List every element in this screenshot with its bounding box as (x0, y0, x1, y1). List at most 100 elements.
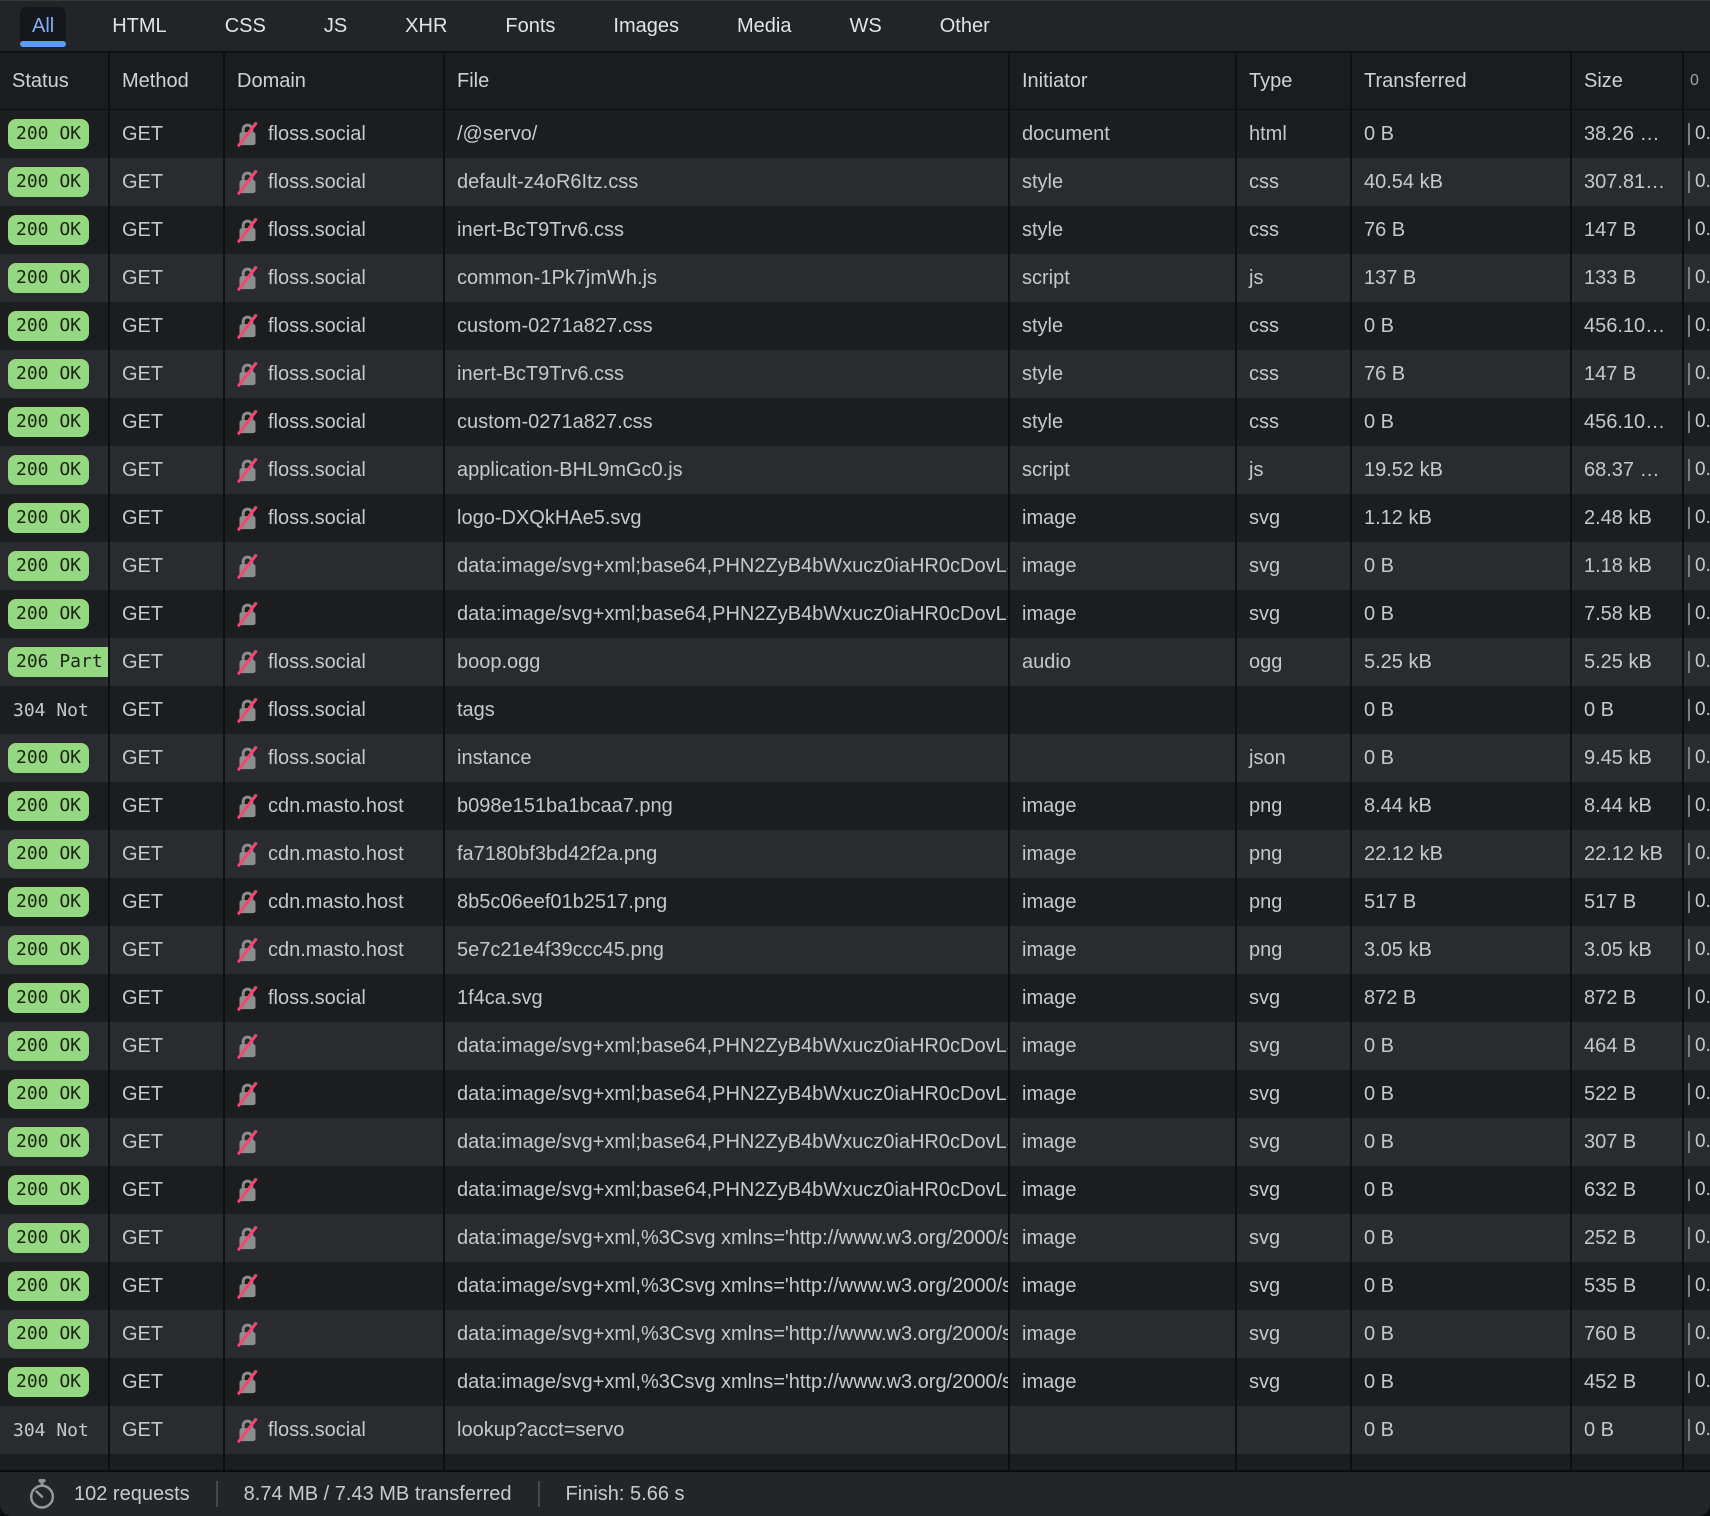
table-row[interactable]: 200 OK GET floss.social application-BHL9… (0, 446, 1710, 494)
insecure-lock-icon (237, 265, 258, 291)
table-row[interactable]: 206 Part GET floss.social boop.ogg audio… (0, 638, 1710, 686)
status-cell: 200 OK (0, 158, 110, 206)
column-header-waterfall[interactable]: 0 (1684, 53, 1710, 109)
file-cell: data:image/svg+xml,%3Csvg xmlns='http://… (445, 1358, 1010, 1406)
column-header-initiator[interactable]: Initiator (1010, 53, 1237, 109)
transferred-cell: 40.54 kB (1352, 158, 1572, 206)
table-row[interactable]: 200 OK GET floss.social 1f4ca.svg image … (0, 974, 1710, 1022)
table-row[interactable]: 200 OK GET cdn.masto.host fa7180bf3bd42f… (0, 830, 1710, 878)
statusbar-divider (538, 1481, 540, 1507)
method-cell: GET (110, 830, 225, 878)
transferred-cell: 517 B (1352, 878, 1572, 926)
empty-cell (1010, 1454, 1237, 1470)
size-cell: 133 B (1572, 254, 1684, 302)
table-row[interactable]: 200 OK GET floss.social common-1Pk7jmWh.… (0, 254, 1710, 302)
column-header-transferred[interactable]: Transferred (1352, 53, 1572, 109)
column-header-type[interactable]: Type (1237, 53, 1352, 109)
table-row[interactable]: 200 OK GET floss.social custom-0271a827.… (0, 302, 1710, 350)
status-cell: 200 OK (0, 110, 110, 158)
waterfall-cell: 0. (1684, 686, 1710, 734)
file-cell: 5e7c21e4f39ccc45.png (445, 926, 1010, 974)
method-cell: GET (110, 302, 225, 350)
domain-cell: floss.social (225, 1406, 445, 1454)
table-row[interactable]: 200 OK GET cdn.masto.host 8b5c06eef01b25… (0, 878, 1710, 926)
domain-cell: floss.social (225, 158, 445, 206)
status-cell: 200 OK (0, 1262, 110, 1310)
column-header-method[interactable]: Method (110, 53, 225, 109)
column-header-file[interactable]: File (445, 53, 1010, 109)
column-header-size[interactable]: Size (1572, 53, 1684, 109)
table-row[interactable]: 200 OK GET data:image/svg+xml;base64,PHN… (0, 1166, 1710, 1214)
file-cell: boop.ogg (445, 638, 1010, 686)
filter-tab-all[interactable]: All (20, 7, 66, 45)
waterfall-start-tick (1688, 1131, 1690, 1153)
table-row[interactable]: 200 OK GET floss.social /@servo/ documen… (0, 110, 1710, 158)
waterfall-start-tick (1688, 219, 1690, 241)
column-header-status[interactable]: Status (0, 53, 110, 109)
transferred-cell: 872 B (1352, 974, 1572, 1022)
method-cell: GET (110, 1166, 225, 1214)
waterfall-cell: 0. (1684, 974, 1710, 1022)
status-cell: 200 OK (0, 782, 110, 830)
size-cell: 517 B (1572, 878, 1684, 926)
empty-cell (445, 1454, 1010, 1470)
method-cell: GET (110, 158, 225, 206)
table-row[interactable]: 200 OK GET data:image/svg+xml;base64,PHN… (0, 1118, 1710, 1166)
transferred-cell: 76 B (1352, 350, 1572, 398)
table-row[interactable]: 200 OK GET data:image/svg+xml,%3Csvg xml… (0, 1214, 1710, 1262)
domain-cell (225, 542, 445, 590)
waterfall-start-tick (1688, 603, 1690, 625)
size-cell: 522 B (1572, 1070, 1684, 1118)
filter-tab-fonts[interactable]: Fonts (493, 7, 567, 45)
initiator-cell: image (1010, 1358, 1237, 1406)
table-row[interactable]: 200 OK GET data:image/svg+xml,%3Csvg xml… (0, 1310, 1710, 1358)
domain-label: cdn.masto.host (268, 795, 404, 818)
request-table: 200 OK GET floss.social /@servo/ documen… (0, 110, 1710, 1470)
filter-tab-css[interactable]: CSS (213, 7, 278, 45)
filter-tab-ws[interactable]: WS (838, 7, 894, 45)
table-row[interactable]: 200 OK GET cdn.masto.host 5e7c21e4f39ccc… (0, 926, 1710, 974)
table-row[interactable]: 200 OK GET data:image/svg+xml;base64,PHN… (0, 1022, 1710, 1070)
column-header-domain[interactable]: Domain (225, 53, 445, 109)
status-badge: 200 OK (8, 359, 89, 389)
table-row[interactable]: 200 OK GET floss.social default-z4oR6Itz… (0, 158, 1710, 206)
filter-tab-media[interactable]: Media (725, 7, 803, 45)
status-cell: 200 OK (0, 1358, 110, 1406)
waterfall-cell: 0. (1684, 1022, 1710, 1070)
table-row[interactable]: 200 OK GET data:image/svg+xml,%3Csvg xml… (0, 1262, 1710, 1310)
insecure-lock-icon (237, 601, 258, 627)
filter-tab-other[interactable]: Other (928, 7, 1002, 45)
finish-time: Finish: 5.66 s (566, 1483, 685, 1506)
table-row[interactable]: 200 OK GET data:image/svg+xml;base64,PHN… (0, 542, 1710, 590)
file-cell: data:image/svg+xml,%3Csvg xmlns='http://… (445, 1310, 1010, 1358)
method-cell: GET (110, 1262, 225, 1310)
method-cell: GET (110, 1070, 225, 1118)
table-row[interactable]: 200 OK GET floss.social instance json 0 … (0, 734, 1710, 782)
table-row[interactable]: 200 OK GET floss.social inert-BcT9Trv6.c… (0, 350, 1710, 398)
filter-tab-js[interactable]: JS (312, 7, 359, 45)
method-cell: GET (110, 590, 225, 638)
table-row[interactable]: 200 OK GET data:image/svg+xml;base64,PHN… (0, 590, 1710, 638)
filter-tab-html[interactable]: HTML (100, 7, 178, 45)
file-cell: b098e151ba1bcaa7.png (445, 782, 1010, 830)
table-row[interactable]: 200 OK GET floss.social custom-0271a827.… (0, 398, 1710, 446)
filter-tab-xhr[interactable]: XHR (393, 7, 459, 45)
empty-cell (110, 1454, 225, 1470)
table-row[interactable]: 200 OK GET data:image/svg+xml;base64,PHN… (0, 1070, 1710, 1118)
table-row[interactable]: 200 OK GET floss.social inert-BcT9Trv6.c… (0, 206, 1710, 254)
insecure-lock-icon (237, 1417, 258, 1443)
empty-cell (1237, 1454, 1352, 1470)
table-row[interactable]: 200 OK GET floss.social logo-DXQkHAe5.sv… (0, 494, 1710, 542)
waterfall-cell: 0. (1684, 1214, 1710, 1262)
status-cell: 200 OK (0, 1070, 110, 1118)
domain-label: floss.social (268, 267, 366, 290)
table-row[interactable]: 304 Not GET floss.social lookup?acct=ser… (0, 1406, 1710, 1454)
filter-tab-images[interactable]: Images (601, 7, 691, 45)
method-cell: GET (110, 686, 225, 734)
table-row[interactable]: 200 OK GET cdn.masto.host b098e151ba1bca… (0, 782, 1710, 830)
status-badge: 200 OK (8, 935, 89, 965)
table-row[interactable]: 200 OK GET data:image/svg+xml,%3Csvg xml… (0, 1358, 1710, 1406)
table-row[interactable]: 304 Not GET floss.social tags 0 B 0 B 0. (0, 686, 1710, 734)
method-cell: GET (110, 446, 225, 494)
domain-cell (225, 590, 445, 638)
